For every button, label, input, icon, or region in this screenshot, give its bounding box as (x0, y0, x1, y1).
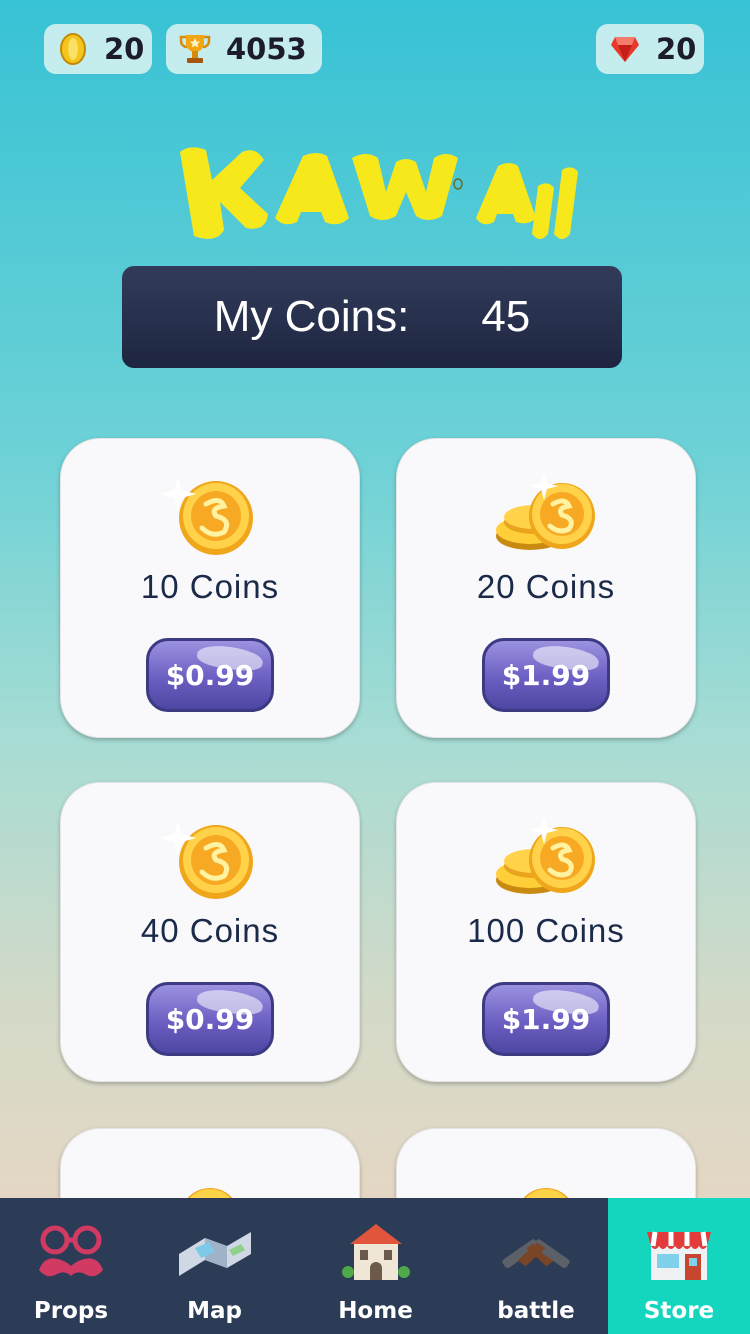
my-coins-label: My Coins: (213, 292, 410, 341)
map-icon (175, 1220, 255, 1290)
product-name: 100 Coins (467, 912, 625, 949)
product-card[interactable]: 10 Coins $0.99 (60, 438, 360, 738)
gem-icon (608, 32, 642, 66)
coin-icon (56, 32, 90, 66)
trophy-balance: 4053 (166, 24, 322, 74)
tab-store[interactable]: Store (608, 1198, 750, 1334)
coin-balance-value: 20 (104, 32, 145, 66)
pistols-icon (496, 1220, 576, 1290)
house-icon (336, 1220, 416, 1290)
bottom-nav: Props Map Home battle Store (0, 1198, 750, 1334)
gem-balance-value: 20 (656, 32, 697, 66)
trophy-icon (178, 32, 212, 66)
product-card[interactable]: 40 Coins $0.99 (60, 782, 360, 1082)
buy-button[interactable]: $1.99 (482, 982, 610, 1056)
product-card[interactable]: 100 Coins $1.99 (396, 782, 696, 1082)
tab-battle[interactable]: battle (464, 1198, 608, 1334)
tab-map[interactable]: Map (142, 1198, 287, 1334)
price-label: $1.99 (501, 1002, 591, 1036)
price-label: $0.99 (165, 1002, 255, 1036)
my-coins-value: 45 (481, 292, 531, 341)
single-coin-icon (60, 470, 360, 560)
product-card[interactable]: 20 Coins $1.99 (396, 438, 696, 738)
product-name: 20 Coins (476, 568, 616, 605)
single-coin-icon (60, 814, 360, 904)
product-name: 40 Coins (140, 912, 280, 949)
price-label: $1.99 (501, 658, 591, 692)
coin-stack-icon (396, 470, 696, 560)
my-coins-panel: My Coins: 45 (122, 266, 622, 368)
tab-label: Home (338, 1298, 413, 1324)
coin-balance: 20 (44, 24, 152, 74)
tab-props[interactable]: Props (0, 1198, 142, 1334)
buy-button[interactable]: $1.99 (482, 638, 610, 712)
glasses-mustache-icon (31, 1220, 111, 1290)
price-label: $0.99 (165, 658, 255, 692)
tab-label: Map (187, 1298, 242, 1324)
gem-balance: 20 (596, 24, 704, 74)
storefront-icon (639, 1220, 719, 1290)
coin-stack-icon (396, 814, 696, 904)
tab-label: battle (497, 1298, 575, 1324)
buy-button[interactable]: $0.99 (146, 982, 274, 1056)
buy-button[interactable]: $0.99 (146, 638, 274, 712)
tab-label: Props (33, 1298, 109, 1324)
product-name: 10 Coins (140, 568, 280, 605)
tab-home[interactable]: Home (287, 1198, 464, 1334)
trophy-balance-value: 4053 (226, 32, 307, 66)
tab-label: Store (643, 1298, 715, 1324)
kawaii-logo (170, 130, 580, 250)
